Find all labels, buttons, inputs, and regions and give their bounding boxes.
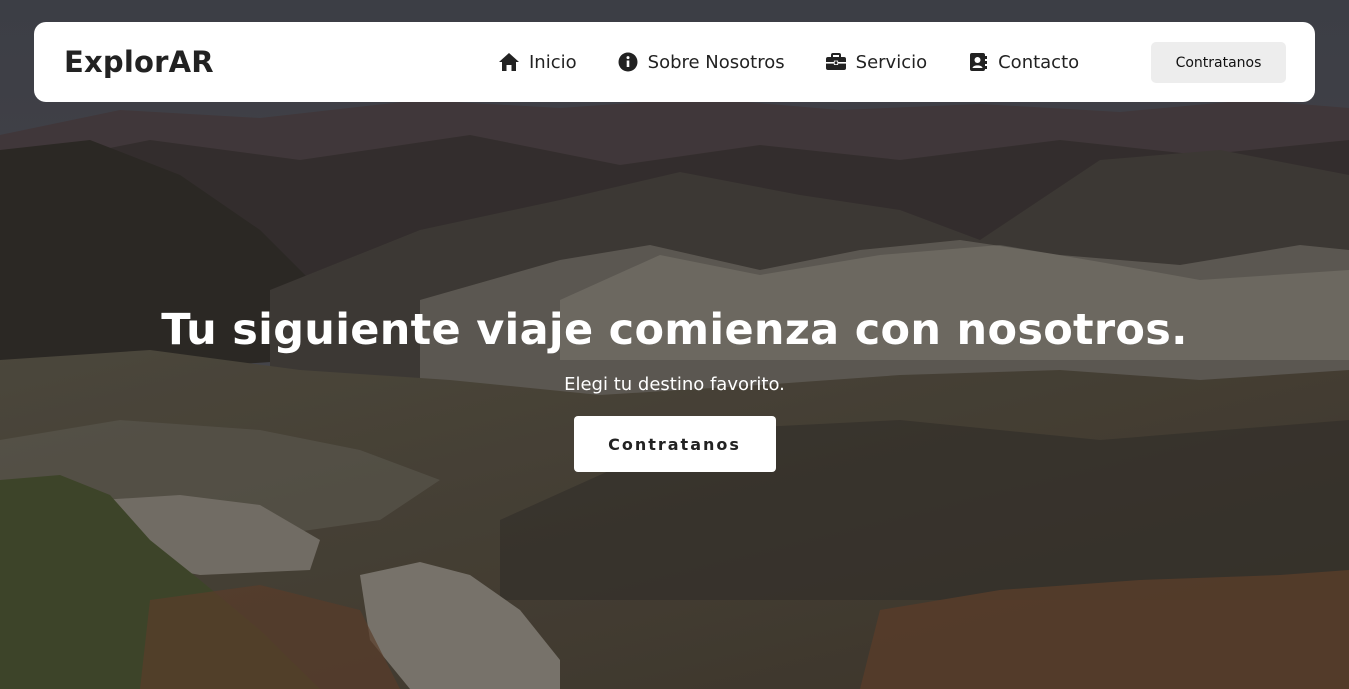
nav-item-sobre-nosotros[interactable]: Sobre Nosotros: [617, 51, 785, 73]
nav-item-label: Servicio: [855, 51, 928, 73]
hero-title: Tu siguiente viaje comienza con nosotros…: [161, 305, 1188, 355]
nav-item-label: Inicio: [529, 51, 577, 73]
nav-item-servicio[interactable]: Servicio: [825, 51, 927, 73]
contact-icon: [967, 51, 989, 73]
hero-subtitle: Elegi tu destino favorito.: [564, 374, 785, 395]
brand-logo[interactable]: ExplorAR: [64, 42, 214, 82]
briefcase-icon: [825, 51, 847, 73]
home-icon: [498, 51, 520, 73]
navbar: ExplorAR Inicio Sobre Nosotros Servicio: [34, 22, 1315, 102]
nav-item-label: Contacto: [998, 51, 1080, 73]
hero-section: ExplorAR Inicio Sobre Nosotros Servicio: [0, 0, 1349, 689]
nav-item-label: Sobre Nosotros: [647, 51, 785, 73]
nav-item-inicio[interactable]: Inicio: [498, 51, 577, 73]
info-icon: [617, 51, 639, 73]
hero-content: Tu siguiente viaje comienza con nosotros…: [0, 296, 1349, 472]
nav-links: Inicio Sobre Nosotros Servicio Contacto: [498, 22, 1119, 102]
hero-contratanos-button[interactable]: Contratanos: [573, 416, 776, 472]
nav-item-contacto[interactable]: Contacto: [967, 51, 1079, 73]
nav-contratanos-button[interactable]: Contratanos: [1151, 42, 1286, 83]
